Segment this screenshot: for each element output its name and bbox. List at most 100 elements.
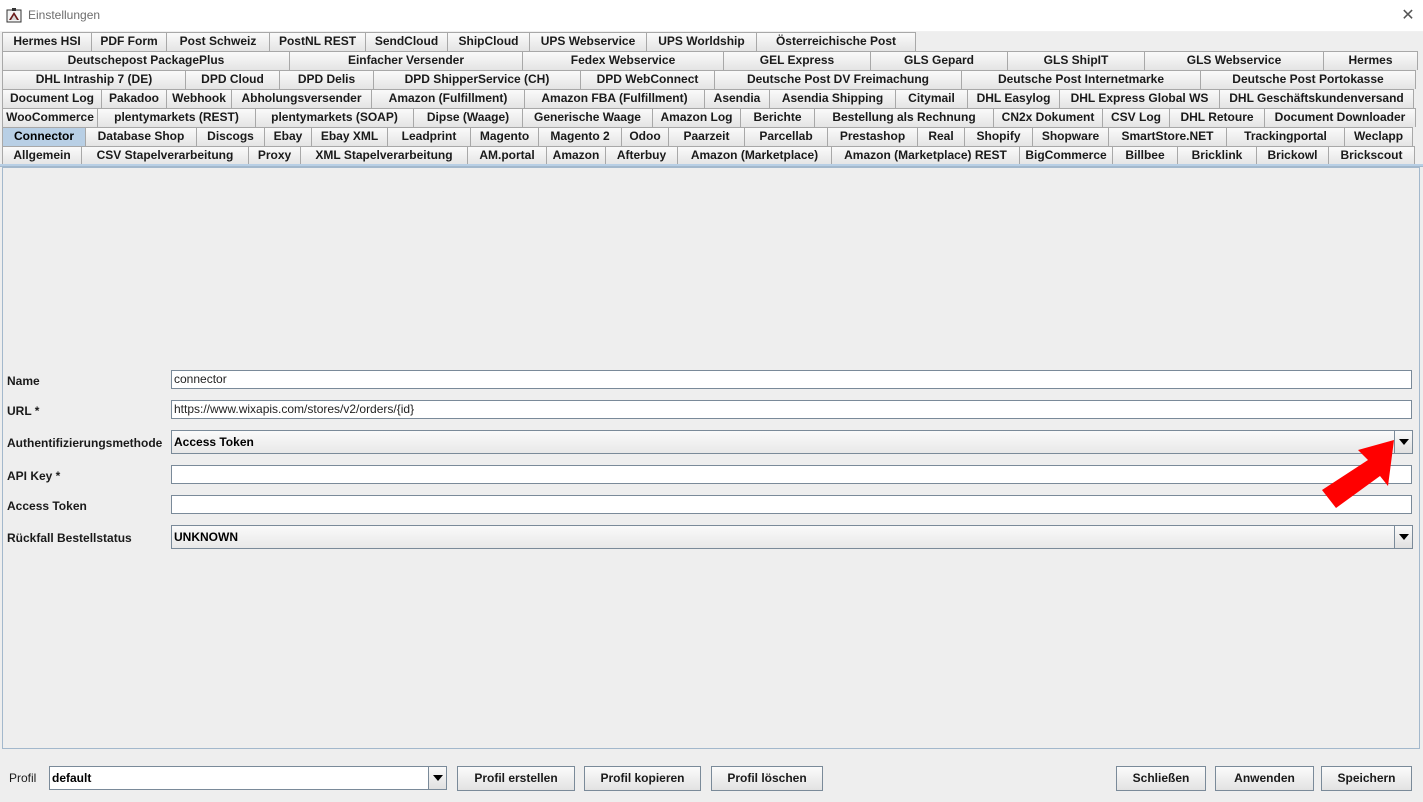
tab-gls-gepard[interactable]: GLS Gepard — [870, 51, 1008, 70]
chevron-down-icon[interactable] — [1394, 431, 1412, 453]
tab-bestellung-als-rechnung[interactable]: Bestellung als Rechnung — [814, 108, 994, 127]
tab-asendia-shipping[interactable]: Asendia Shipping — [769, 89, 896, 108]
tab-am-portal[interactable]: AM.portal — [467, 146, 547, 165]
tab-afterbuy[interactable]: Afterbuy — [605, 146, 678, 165]
chevron-down-icon[interactable] — [428, 767, 446, 789]
tab-bricklink[interactable]: Bricklink — [1177, 146, 1257, 165]
tab-brickowl[interactable]: Brickowl — [1256, 146, 1329, 165]
delete-profile-button[interactable]: Profil löschen — [711, 766, 823, 791]
close-button[interactable]: Schließen — [1116, 766, 1206, 791]
tab-document-downloader[interactable]: Document Downloader — [1264, 108, 1416, 127]
tab-dhl-geschäftskundenversand[interactable]: DHL Geschäftskundenversand — [1219, 89, 1414, 108]
tab-gel-express[interactable]: GEL Express — [723, 51, 871, 70]
tab-trackingportal[interactable]: Trackingportal — [1226, 127, 1345, 146]
tab-hermes[interactable]: Hermes — [1323, 51, 1418, 70]
tab-ups-webservice[interactable]: UPS Webservice — [529, 32, 647, 51]
create-profile-button[interactable]: Profil erstellen — [457, 766, 575, 791]
tab-gls-webservice[interactable]: GLS Webservice — [1144, 51, 1324, 70]
tab-leadprint[interactable]: Leadprint — [387, 127, 471, 146]
tab-brickscout[interactable]: Brickscout — [1328, 146, 1415, 165]
tab-connector[interactable]: Connector — [2, 127, 86, 146]
tab-gls-shipit[interactable]: GLS ShipIT — [1007, 51, 1145, 70]
tab-magento-2[interactable]: Magento 2 — [538, 127, 622, 146]
tab-amazon-fulfillment[interactable]: Amazon (Fulfillment) — [371, 89, 525, 108]
tab-deutsche-post-dv-freimachung[interactable]: Deutsche Post DV Freimachung — [714, 70, 962, 89]
tab-deutsche-post-internetmarke[interactable]: Deutsche Post Internetmarke — [961, 70, 1201, 89]
tab-csv-stapelverarbeitung[interactable]: CSV Stapelverarbeitung — [81, 146, 249, 165]
tab-real[interactable]: Real — [917, 127, 965, 146]
tab-plentymarkets-rest[interactable]: plentymarkets (REST) — [97, 108, 256, 127]
tab-cn2x-dokument[interactable]: CN2x Dokument — [993, 108, 1103, 127]
tab-ebay[interactable]: Ebay — [264, 127, 312, 146]
tab-csv-log[interactable]: CSV Log — [1102, 108, 1170, 127]
tab-shipcloud[interactable]: ShipCloud — [447, 32, 530, 51]
tab-dipse-waage[interactable]: Dipse (Waage) — [413, 108, 523, 127]
tab-magento[interactable]: Magento — [470, 127, 539, 146]
tab-amazon-log[interactable]: Amazon Log — [652, 108, 741, 127]
tab-berichte[interactable]: Berichte — [740, 108, 815, 127]
tab-dhl-retoure[interactable]: DHL Retoure — [1169, 108, 1265, 127]
tab-prestashop[interactable]: Prestashop — [827, 127, 918, 146]
auth-method-select[interactable]: Access Token — [171, 430, 1413, 454]
profile-select[interactable]: default — [49, 766, 447, 790]
tab-einfacher-versender[interactable]: Einfacher Versender — [289, 51, 523, 70]
close-window-button[interactable]: ✕ — [1393, 0, 1423, 30]
tab-amazon-fba-fulfillment[interactable]: Amazon FBA (Fulfillment) — [524, 89, 705, 108]
tab-row: Connector Database Shop Discogs Ebay Ebay XM… — [2, 127, 1420, 146]
tab-dpd-delis[interactable]: DPD Delis — [279, 70, 374, 89]
tab-hermes-hsi[interactable]: Hermes HSI — [2, 32, 92, 51]
tab-ebay-xml[interactable]: Ebay XML — [311, 127, 388, 146]
tab-woocommerce[interactable]: WooCommerce — [2, 108, 98, 127]
tab-fedex-webservice[interactable]: Fedex Webservice — [522, 51, 724, 70]
tab-plentymarkets-soap[interactable]: plentymarkets (SOAP) — [255, 108, 414, 127]
apply-button[interactable]: Anwenden — [1215, 766, 1314, 791]
access-token-field[interactable] — [171, 495, 1412, 514]
tab-shopware[interactable]: Shopware — [1032, 127, 1109, 146]
tab-amazon[interactable]: Amazon — [546, 146, 606, 165]
tab-österreichische-post[interactable]: Österreichische Post — [756, 32, 916, 51]
tab-pakadoo[interactable]: Pakadoo — [101, 89, 167, 108]
fallback-status-select[interactable]: UNKNOWN — [171, 525, 1413, 549]
copy-profile-button[interactable]: Profil kopieren — [584, 766, 701, 791]
tab-asendia[interactable]: Asendia — [704, 89, 770, 108]
tab-proxy[interactable]: Proxy — [248, 146, 301, 165]
tab-deutsche-post-portokasse[interactable]: Deutsche Post Portokasse — [1200, 70, 1416, 89]
tab-abholungsversender[interactable]: Abholungsversender — [231, 89, 372, 108]
tab-database-shop[interactable]: Database Shop — [85, 127, 197, 146]
auth-method-label: Authentifizierungsmethode — [7, 436, 163, 450]
tab-dhl-express-global-ws[interactable]: DHL Express Global WS — [1059, 89, 1220, 108]
tab-amazon-marketplace[interactable]: Amazon (Marketplace) — [677, 146, 832, 165]
tab-dpd-shipperservice-ch[interactable]: DPD ShipperService (CH) — [373, 70, 581, 89]
tab-citymail[interactable]: Citymail — [895, 89, 968, 108]
tab-xml-stapelverarbeitung[interactable]: XML Stapelverarbeitung — [300, 146, 468, 165]
tab-webhook[interactable]: Webhook — [166, 89, 232, 108]
name-field[interactable]: connector — [171, 370, 1412, 389]
tab-shopify[interactable]: Shopify — [964, 127, 1033, 146]
api-key-field[interactable] — [171, 465, 1412, 484]
tab-sendcloud[interactable]: SendCloud — [365, 32, 448, 51]
tab-allgemein[interactable]: Allgemein — [2, 146, 82, 165]
tab-discogs[interactable]: Discogs — [196, 127, 265, 146]
tab-generische-waage[interactable]: Generische Waage — [522, 108, 653, 127]
tab-weclapp[interactable]: Weclapp — [1344, 127, 1413, 146]
tab-dhl-easylog[interactable]: DHL Easylog — [967, 89, 1060, 108]
tab-pdf-form[interactable]: PDF Form — [91, 32, 167, 51]
tab-bigcommerce[interactable]: BigCommerce — [1019, 146, 1113, 165]
tab-deutschepost-packageplus[interactable]: Deutschepost PackagePlus — [2, 51, 290, 70]
tab-document-log[interactable]: Document Log — [2, 89, 102, 108]
save-button[interactable]: Speichern — [1321, 766, 1412, 791]
tab-dhl-intraship-7-de[interactable]: DHL Intraship 7 (DE) — [2, 70, 186, 89]
tab-odoo[interactable]: Odoo — [621, 127, 669, 146]
tab-smartstore-net[interactable]: SmartStore.NET — [1108, 127, 1227, 146]
tab-ups-worldship[interactable]: UPS Worldship — [646, 32, 757, 51]
tab-billbee[interactable]: Billbee — [1112, 146, 1178, 165]
tab-post-schweiz[interactable]: Post Schweiz — [166, 32, 270, 51]
tab-postnl-rest[interactable]: PostNL REST — [269, 32, 366, 51]
tab-parcellab[interactable]: Parcellab — [744, 127, 828, 146]
tab-dpd-cloud[interactable]: DPD Cloud — [185, 70, 280, 89]
chevron-down-icon[interactable] — [1394, 526, 1412, 548]
tab-dpd-webconnect[interactable]: DPD WebConnect — [580, 70, 715, 89]
tab-amazon-marketplace-rest[interactable]: Amazon (Marketplace) REST — [831, 146, 1020, 165]
url-field[interactable]: https://www.wixapis.com/stores/v2/orders… — [171, 400, 1412, 419]
tab-paarzeit[interactable]: Paarzeit — [668, 127, 745, 146]
